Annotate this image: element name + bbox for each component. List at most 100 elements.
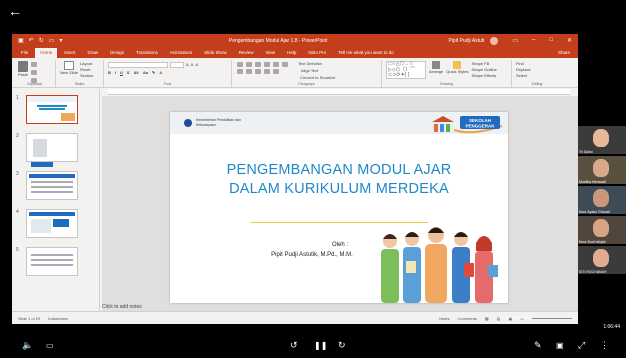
columns-icon[interactable] [282, 62, 288, 67]
italic-icon[interactable]: I [115, 70, 116, 75]
thumbnail-item[interactable]: 4 [16, 209, 78, 238]
increase-font-icon[interactable]: A [186, 62, 189, 68]
fullscreen-icon[interactable]: ⤢ [578, 341, 585, 350]
maximize-icon[interactable]: □ [549, 37, 553, 44]
align-text-button[interactable]: Align Text [301, 68, 318, 75]
current-slide[interactable]: Kementerian Pendidikan dan Kebudayaan SE… [170, 112, 508, 303]
tab-insert[interactable]: Insert [59, 48, 80, 58]
text-direction-button[interactable]: Text Direction [298, 61, 322, 68]
distributed-icon[interactable] [273, 69, 279, 74]
bullets-icon[interactable] [237, 62, 243, 67]
more-options-icon[interactable]: ⋮ [600, 341, 609, 350]
bold-icon[interactable]: B [108, 70, 111, 75]
user-name[interactable]: Pipit Pudji Astuti [448, 38, 484, 44]
char-spacing-icon[interactable]: AV [134, 70, 139, 75]
arrange-icon[interactable] [432, 61, 441, 69]
volume-icon[interactable]: 🔈 [22, 341, 33, 350]
participant-tile[interactable]: Tri Djoko [578, 126, 626, 154]
back-arrow-icon[interactable]: ← [8, 4, 22, 18]
font-size-select[interactable] [170, 62, 184, 68]
participant-tile[interactable]: SITI ROCHANAH [578, 246, 626, 274]
share-screen-icon[interactable]: ▣ [556, 341, 564, 350]
align-center-icon[interactable] [246, 69, 252, 74]
user-avatar[interactable] [490, 36, 499, 45]
normal-view-icon[interactable]: ▦ [485, 316, 489, 321]
shapes-gallery[interactable]: ▭○△⬠→☆ ▷◇⬡〔〕⌒ ⊂⊃⟳✦{ } [386, 61, 426, 79]
slide-title[interactable]: PENGEMBANGAN MODUL AJAR DALAM KURIKULUM … [170, 161, 508, 199]
notes-toggle[interactable]: Notes [439, 316, 449, 321]
arrange-button[interactable]: Arrange [429, 69, 443, 74]
highlight-icon[interactable]: ✎ [152, 70, 155, 75]
increase-indent-icon[interactable] [264, 62, 270, 67]
slide-thumbnail[interactable] [26, 247, 78, 276]
redo-icon[interactable]: ↻ [39, 37, 44, 44]
tab-transitions[interactable]: Transitions [131, 48, 163, 58]
tell-me-search[interactable]: Tell me what you want to do [333, 48, 399, 58]
slide-thumbnail[interactable] [26, 133, 78, 167]
slide-thumbnail[interactable] [26, 95, 78, 124]
thumbnail-item[interactable]: 1 [16, 95, 78, 124]
clear-format-icon[interactable]: A [195, 62, 198, 68]
cut-icon[interactable] [31, 62, 38, 67]
select-button[interactable]: Select [516, 73, 558, 79]
decrease-indent-icon[interactable] [255, 62, 261, 67]
rewind-10-icon[interactable]: ↺ [290, 341, 298, 350]
font-name-select[interactable] [108, 62, 168, 68]
participant-tile[interactable]: Noor Ayatul Ghozali [578, 186, 626, 214]
quick-styles-icon[interactable] [453, 61, 462, 69]
customize-qat-icon[interactable]: ▾ [59, 37, 62, 44]
tab-review[interactable]: Review [234, 48, 259, 58]
save-icon[interactable]: ▣ [18, 37, 24, 44]
thumbnail-item[interactable]: 3 [16, 171, 78, 200]
justify-icon[interactable] [264, 69, 270, 74]
ribbon-display-icon[interactable]: ▭ [512, 37, 518, 44]
slide-thumbnail[interactable] [26, 209, 78, 238]
paste-icon[interactable] [18, 61, 29, 72]
tab-slide-show[interactable]: Slide Show [199, 48, 232, 58]
forward-10-icon[interactable]: ↻ [338, 341, 346, 350]
annotate-icon[interactable]: ✎ [534, 341, 542, 350]
shape-effects-button[interactable]: Shape Effects [471, 73, 496, 79]
thumbnail-item[interactable]: 2 [16, 133, 78, 167]
paste-button[interactable]: Paste [18, 72, 28, 77]
tab-file[interactable]: File [16, 48, 33, 58]
convert-smartart-button[interactable]: Convert to SmartArt [300, 75, 377, 80]
new-slide-button[interactable]: New Slide [60, 70, 78, 75]
tab-view[interactable]: View [260, 48, 280, 58]
slide-thumbnail[interactable] [26, 171, 78, 200]
minimize-icon[interactable]: – [532, 37, 535, 44]
zoom-slider[interactable] [532, 317, 572, 319]
tab-help[interactable]: Help [282, 48, 301, 58]
quick-styles-button[interactable]: Quick Styles [446, 69, 468, 74]
start-slideshow-icon[interactable]: ▭ [49, 37, 55, 44]
section-button[interactable]: Section [80, 73, 93, 79]
tab-nitro-pro[interactable]: Nitro Pro [303, 48, 331, 58]
captions-icon[interactable]: ▭ [46, 341, 54, 350]
tab-animations[interactable]: Animations [165, 48, 197, 58]
numbering-icon[interactable] [246, 62, 252, 67]
participant-tile[interactable]: Noor Budi Istiqlal [578, 216, 626, 244]
share-button[interactable]: Share [550, 48, 578, 58]
comments-toggle[interactable]: Comments [458, 316, 477, 321]
tab-draw[interactable]: Draw [83, 48, 104, 58]
slide-canvas[interactable]: Kementerian Pendidikan dan Kebudayaan SE… [102, 96, 578, 311]
align-left-icon[interactable] [237, 69, 243, 74]
new-slide-icon[interactable] [64, 61, 74, 70]
close-icon[interactable]: ✕ [567, 37, 572, 44]
thumbnail-item[interactable]: 5 [16, 247, 78, 276]
tab-home[interactable]: Home [35, 48, 58, 58]
strikethrough-icon[interactable]: S [127, 70, 130, 75]
notes-placeholder[interactable]: Click to add notes [102, 304, 142, 310]
line-spacing-icon[interactable] [273, 62, 279, 67]
pause-icon[interactable]: ❚❚ [314, 341, 327, 350]
language-indicator[interactable]: Indonesian [48, 316, 68, 321]
decrease-font-icon[interactable]: A [191, 62, 194, 68]
copy-icon[interactable] [31, 70, 38, 75]
font-color-icon[interactable]: A [159, 70, 162, 75]
participant-tile[interactable]: Mustika Herawati [578, 156, 626, 184]
undo-icon[interactable]: ↶ [29, 37, 34, 44]
change-case-icon[interactable]: Aa [143, 70, 148, 75]
underline-icon[interactable]: U [120, 70, 123, 75]
tab-design[interactable]: Design [105, 48, 129, 58]
align-right-icon[interactable] [255, 69, 261, 74]
